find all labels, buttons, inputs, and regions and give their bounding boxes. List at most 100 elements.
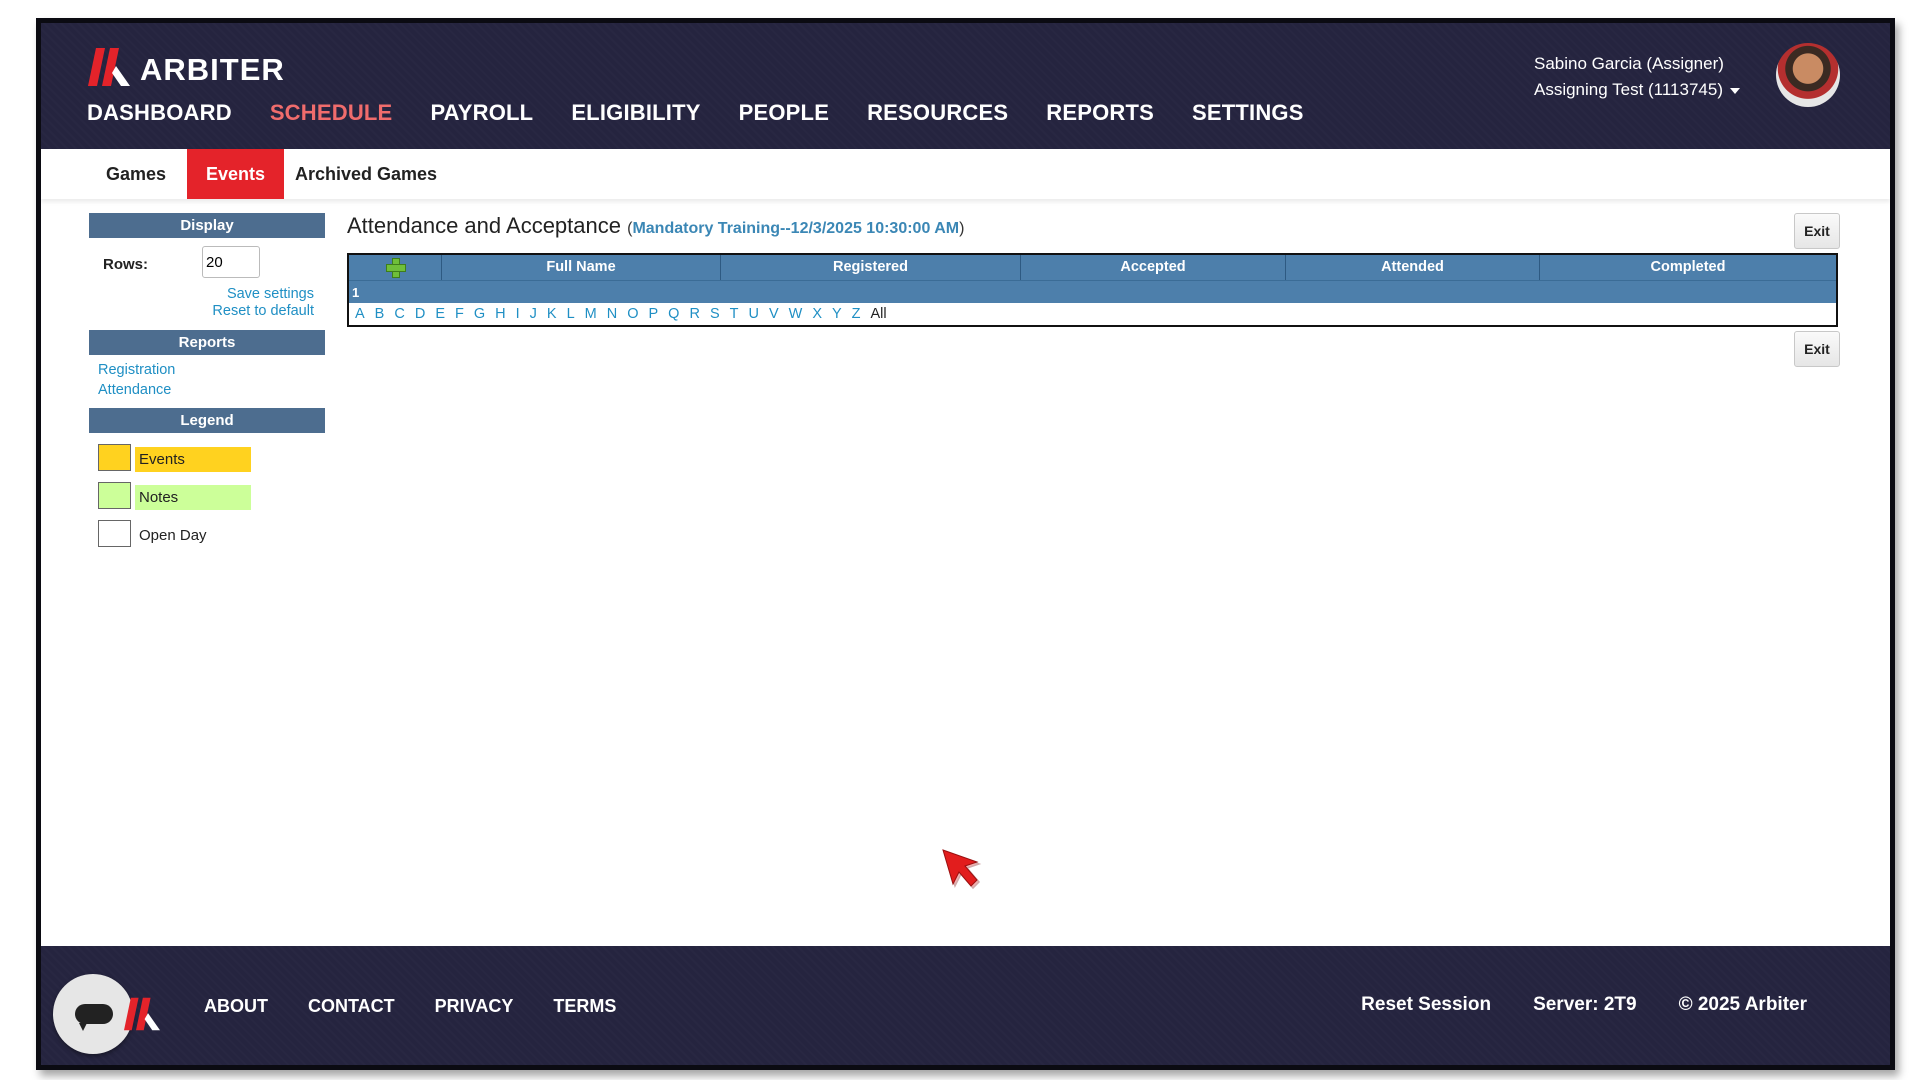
letter-i[interactable]: I bbox=[516, 306, 520, 322]
display-heading: Display bbox=[89, 213, 325, 238]
letter-w[interactable]: W bbox=[789, 306, 803, 322]
table-header: Full Name Registered Accepted Attended C… bbox=[349, 255, 1836, 280]
legend-label-events: Events bbox=[135, 447, 251, 472]
col-registered[interactable]: Registered bbox=[721, 255, 1021, 280]
add-column[interactable] bbox=[349, 255, 442, 280]
legend-swatch-notes bbox=[98, 482, 131, 509]
mouse-cursor-icon bbox=[941, 848, 983, 895]
reports-heading: Reports bbox=[89, 330, 325, 355]
letter-x[interactable]: X bbox=[812, 306, 822, 322]
page-number[interactable]: 1 bbox=[352, 285, 359, 300]
legend-label-notes: Notes bbox=[135, 485, 251, 510]
user-menu[interactable]: Sabino Garcia (Assigner) Assigning Test … bbox=[1534, 51, 1740, 103]
reports-links: Registration Attendance bbox=[89, 360, 325, 400]
top-header: ARBITER DASHBOARD SCHEDULE PAYROLL ELIGI… bbox=[41, 23, 1890, 149]
server-label: Server: 2T9 bbox=[1533, 994, 1637, 1015]
arbiter-logo[interactable]: ARBITER bbox=[88, 46, 285, 88]
copyright: © 2025 Arbiter bbox=[1678, 994, 1807, 1015]
brand-name: ARBITER bbox=[140, 52, 285, 87]
rows-label: Rows: bbox=[103, 256, 148, 273]
exit-button-bottom[interactable]: Exit bbox=[1794, 331, 1840, 367]
report-registration-link[interactable]: Registration bbox=[98, 360, 325, 380]
account-name: Assigning Test (1113745) bbox=[1533, 80, 1723, 99]
page-title: Attendance and Acceptance (Mandatory Tra… bbox=[347, 213, 1840, 239]
footer-logo-icon[interactable] bbox=[124, 996, 160, 1037]
letter-s[interactable]: S bbox=[710, 306, 720, 322]
nav-dashboard[interactable]: DASHBOARD bbox=[87, 100, 232, 126]
col-completed[interactable]: Completed bbox=[1540, 255, 1836, 280]
chat-button[interactable] bbox=[53, 974, 133, 1054]
letter-f[interactable]: F bbox=[455, 306, 464, 322]
letter-y[interactable]: Y bbox=[832, 306, 842, 322]
footer-right: Reset Session Server: 2T9 © 2025 Arbiter bbox=[1361, 994, 1807, 1016]
col-accepted[interactable]: Accepted bbox=[1021, 255, 1286, 280]
letter-e[interactable]: E bbox=[435, 306, 445, 322]
tab-archived-games[interactable]: Archived Games bbox=[276, 149, 456, 199]
chat-icon bbox=[75, 1004, 113, 1031]
letter-h[interactable]: H bbox=[495, 306, 505, 322]
letter-k[interactable]: K bbox=[547, 306, 557, 322]
nav-eligibility[interactable]: ELIGIBILITY bbox=[571, 100, 700, 126]
footer: ABOUT CONTACT PRIVACY TERMS Reset Sessio… bbox=[41, 946, 1890, 1065]
attendance-table: Full Name Registered Accepted Attended C… bbox=[347, 253, 1838, 327]
legend-swatch-events bbox=[98, 444, 131, 471]
arbiter-logo-icon bbox=[88, 48, 130, 86]
nav-reports[interactable]: REPORTS bbox=[1046, 100, 1154, 126]
footer-terms-link[interactable]: TERMS bbox=[553, 996, 616, 1017]
avatar[interactable] bbox=[1776, 43, 1840, 107]
letter-r[interactable]: R bbox=[689, 306, 699, 322]
letter-n[interactable]: N bbox=[607, 306, 617, 322]
rows-input[interactable] bbox=[202, 246, 260, 278]
letter-p[interactable]: P bbox=[649, 306, 659, 322]
nav-settings[interactable]: SETTINGS bbox=[1192, 100, 1304, 126]
col-full-name[interactable]: Full Name bbox=[442, 255, 721, 280]
tab-games[interactable]: Games bbox=[87, 149, 185, 199]
legend-heading: Legend bbox=[89, 408, 325, 433]
letter-g[interactable]: G bbox=[474, 306, 485, 322]
footer-links: ABOUT CONTACT PRIVACY TERMS bbox=[204, 996, 616, 1017]
save-settings-link[interactable]: Save settings bbox=[89, 286, 314, 303]
letter-q[interactable]: Q bbox=[668, 306, 679, 322]
letter-u[interactable]: U bbox=[748, 306, 758, 322]
nav-resources[interactable]: RESOURCES bbox=[867, 100, 1008, 126]
alpha-filter: A B C D E F G H I J K L M N O P Q R S T U V W X Y Z All bbox=[349, 303, 1836, 325]
letter-a[interactable]: A bbox=[355, 306, 365, 322]
letter-v[interactable]: V bbox=[769, 306, 779, 322]
pagination-row: 1 bbox=[349, 280, 1836, 303]
tab-events[interactable]: Events bbox=[187, 149, 285, 199]
rows-setting: Rows: bbox=[89, 246, 325, 286]
nav-payroll[interactable]: PAYROLL bbox=[430, 100, 533, 126]
main-nav: DASHBOARD SCHEDULE PAYROLL ELIGIBILITY P… bbox=[87, 100, 1304, 126]
footer-about-link[interactable]: ABOUT bbox=[204, 996, 268, 1017]
reset-session-link[interactable]: Reset Session bbox=[1361, 994, 1491, 1016]
letter-j[interactable]: J bbox=[530, 306, 537, 322]
legend-item-open-day: Open Day bbox=[89, 515, 325, 553]
letter-m[interactable]: M bbox=[585, 306, 597, 322]
app-window: ARBITER DASHBOARD SCHEDULE PAYROLL ELIGI… bbox=[36, 18, 1895, 1070]
add-plus-icon[interactable] bbox=[386, 258, 406, 279]
legend-item-events: Events bbox=[89, 439, 325, 477]
exit-button-top[interactable]: Exit bbox=[1794, 213, 1840, 249]
letter-t[interactable]: T bbox=[730, 306, 739, 322]
letter-z[interactable]: Z bbox=[852, 306, 861, 322]
letter-l[interactable]: L bbox=[567, 306, 575, 322]
letter-d[interactable]: D bbox=[415, 306, 425, 322]
main-content: Attendance and Acceptance (Mandatory Tra… bbox=[347, 213, 1840, 367]
nav-people[interactable]: PEOPLE bbox=[739, 100, 829, 126]
footer-contact-link[interactable]: CONTACT bbox=[308, 996, 395, 1017]
sub-tabs: Games Events Archived Games bbox=[41, 149, 1890, 199]
letter-all[interactable]: All bbox=[871, 306, 887, 322]
footer-privacy-link[interactable]: PRIVACY bbox=[435, 996, 514, 1017]
event-subtitle: Mandatory Training--12/3/2025 10:30:00 A… bbox=[632, 220, 960, 237]
letter-b[interactable]: B bbox=[375, 306, 385, 322]
legend-swatch-open-day bbox=[98, 520, 131, 547]
letter-o[interactable]: O bbox=[627, 306, 638, 322]
account-selector[interactable]: Assigning Test (1113745) bbox=[1534, 77, 1740, 103]
col-attended[interactable]: Attended bbox=[1286, 255, 1540, 280]
sidebar: Display Rows: Save settings Reset to def… bbox=[89, 213, 325, 553]
report-attendance-link[interactable]: Attendance bbox=[98, 380, 325, 400]
nav-schedule[interactable]: SCHEDULE bbox=[270, 100, 393, 126]
reset-default-link[interactable]: Reset to default bbox=[89, 303, 314, 320]
letter-c[interactable]: C bbox=[394, 306, 404, 322]
legend-label-open-day: Open Day bbox=[139, 527, 207, 544]
